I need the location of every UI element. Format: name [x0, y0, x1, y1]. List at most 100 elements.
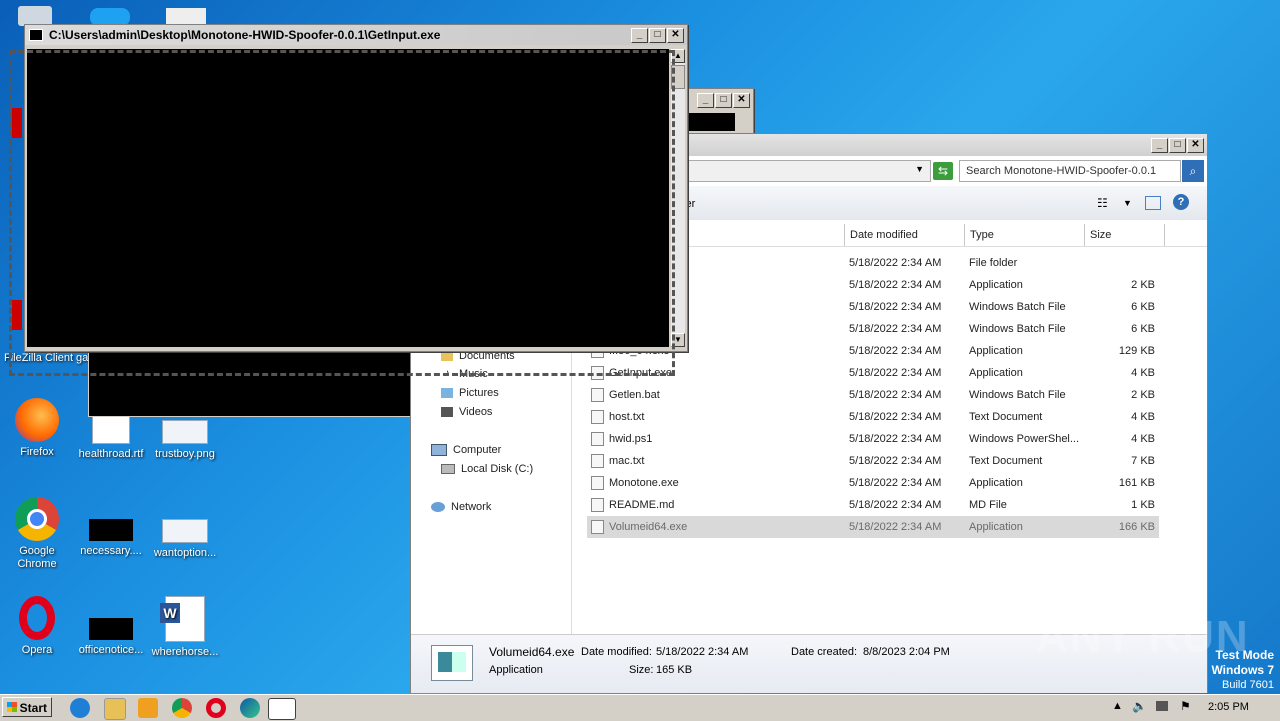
- file-size: 6 KB: [1131, 323, 1155, 335]
- file-name: Monotone.exe: [609, 477, 679, 489]
- details-file-name: Volumeid64.exe: [489, 645, 575, 659]
- file-name: Getlen.bat: [609, 389, 660, 401]
- nav-local-disk[interactable]: Local Disk (C:): [441, 463, 533, 475]
- file-date: 5/18/2022 2:34 AM: [849, 499, 942, 511]
- recycle-bin-icon: [18, 6, 52, 26]
- desktop-icon-necessary[interactable]: necessary....: [74, 497, 148, 558]
- file-row[interactable]: Getlen.bat 5/18/2022 2:34 AM Windows Batch…: [587, 384, 1159, 406]
- column-header-size[interactable]: Size: [1085, 224, 1165, 246]
- file-size: 2 KB: [1131, 389, 1155, 401]
- tray-up-arrow-icon[interactable]: ▲: [1112, 700, 1123, 712]
- background-window[interactable]: _ □ ✕: [686, 88, 754, 134]
- chrome-icon[interactable]: [172, 698, 192, 718]
- start-button[interactable]: Start: [2, 697, 52, 717]
- chevron-down-icon[interactable]: ▼: [915, 164, 924, 174]
- help-icon[interactable]: ?: [1173, 194, 1189, 210]
- volume-icon[interactable]: 🔈: [1132, 699, 1147, 713]
- details-date-created-label: Date created:: [791, 646, 858, 658]
- details-size: 165 KB: [656, 664, 693, 676]
- opera-icon[interactable]: [206, 698, 226, 718]
- file-row[interactable]: Volumeid64.exe 5/18/2022 2:34 AM Applicati…: [587, 516, 1159, 538]
- file-type: Text Document: [969, 411, 1043, 423]
- file-row[interactable]: host.txt 5/18/2022 2:34 AM Text Document 4 …: [587, 406, 1159, 428]
- console-app-icon: [29, 29, 43, 41]
- file-size: 4 KB: [1131, 433, 1155, 445]
- desktop-icon-wantoption[interactable]: wantoption...: [148, 497, 222, 560]
- chevron-down-icon[interactable]: ▼: [1123, 198, 1132, 208]
- maximize-button[interactable]: □: [649, 28, 666, 43]
- file-size: 4 KB: [1131, 367, 1155, 379]
- file-row[interactable]: README.md 5/18/2022 2:34 AM MD File 1 KB: [587, 494, 1159, 516]
- desktop-icon-opera[interactable]: Opera: [0, 596, 74, 657]
- details-file-type: Application: [489, 664, 543, 676]
- desktop-icon-wherehorse[interactable]: W wherehorse...: [148, 596, 222, 659]
- file-size: 4 KB: [1131, 411, 1155, 423]
- file-icon: [591, 520, 604, 534]
- disk-icon: [441, 464, 455, 475]
- window-title: C:\Users\admin\Desktop\Monotone-HWID-Spo…: [49, 28, 441, 42]
- file-name: README.md: [609, 499, 675, 511]
- file-date: 5/18/2022 2:34 AM: [849, 323, 942, 335]
- file-date: 5/18/2022 2:34 AM: [849, 279, 942, 291]
- edge-icon[interactable]: [240, 698, 260, 718]
- file-name: mac.txt: [609, 455, 645, 467]
- nav-computer[interactable]: Computer: [431, 444, 501, 457]
- minimize-button[interactable]: _: [1151, 138, 1168, 153]
- file-row[interactable]: hwid.ps1 5/18/2022 2:34 AM Windows PowerSh…: [587, 428, 1159, 450]
- minimize-button[interactable]: _: [697, 93, 714, 108]
- pictures-icon: [441, 388, 453, 399]
- console-titlebar[interactable]: C:\Users\admin\Desktop\Monotone-HWID-Spo…: [25, 25, 687, 45]
- column-header-type[interactable]: Type: [965, 224, 1085, 246]
- media-player-icon[interactable]: [138, 698, 158, 718]
- file-row[interactable]: mac.txt 5/18/2022 2:34 AM Text Document 7 K…: [587, 450, 1159, 472]
- file-size: 166 KB: [1118, 521, 1155, 533]
- details-date-modified-label: Date modified:: [581, 646, 652, 658]
- desktop-icon-officenotice[interactable]: officenotice...: [74, 596, 148, 657]
- details-date-modified: 5/18/2022 2:34 AM: [656, 646, 749, 658]
- file-type: Application: [969, 345, 1023, 357]
- file-icon: [591, 476, 604, 490]
- file-size: 1 KB: [1131, 499, 1155, 511]
- flag-icon[interactable]: ⚑: [1180, 699, 1191, 713]
- file-type: Windows Batch File: [969, 389, 1066, 401]
- search-input[interactable]: Search Monotone-HWID-Spoofer-0.0.1: [959, 160, 1181, 182]
- file-icon: [591, 498, 604, 512]
- word-document-icon: W: [160, 596, 205, 642]
- desktop-icon-firefox[interactable]: Firefox: [0, 398, 74, 459]
- view-options-icon[interactable]: ☷: [1097, 196, 1108, 210]
- file-row[interactable]: Monotone.exe 5/18/2022 2:34 AM Application…: [587, 472, 1159, 494]
- close-button[interactable]: ✕: [733, 93, 750, 108]
- close-button[interactable]: ✕: [1187, 138, 1204, 153]
- maximize-button[interactable]: □: [715, 93, 732, 108]
- file-date: 5/18/2022 2:34 AM: [849, 257, 942, 269]
- nav-videos[interactable]: Videos: [441, 406, 492, 418]
- search-icon[interactable]: ⌕: [1182, 160, 1204, 182]
- file-name: hwid.ps1: [609, 433, 653, 445]
- file-size: 7 KB: [1131, 455, 1155, 467]
- maximize-button[interactable]: □: [1169, 138, 1186, 153]
- videos-icon: [441, 407, 453, 418]
- console-taskbar-button[interactable]: [268, 698, 296, 720]
- file-type: Windows Batch File: [969, 323, 1066, 335]
- explorer-folder-icon[interactable]: [104, 698, 126, 720]
- network-tray-icon[interactable]: [1156, 701, 1168, 711]
- file-type: Application: [969, 367, 1023, 379]
- chrome-icon: [15, 497, 59, 541]
- clock[interactable]: 2:05 PM: [1208, 701, 1249, 713]
- preview-pane-icon[interactable]: [1145, 196, 1161, 210]
- nav-pictures[interactable]: Pictures: [441, 387, 499, 399]
- file-icon: [162, 519, 208, 543]
- ie-icon[interactable]: [70, 698, 90, 718]
- close-button[interactable]: ✕: [667, 28, 684, 43]
- black-file-icon: [89, 618, 133, 640]
- file-date: 5/18/2022 2:34 AM: [849, 411, 942, 423]
- computer-icon: [431, 444, 447, 457]
- black-file-icon: [89, 519, 133, 541]
- nav-network[interactable]: Network: [431, 501, 491, 513]
- file-icon: [591, 454, 604, 468]
- application-icon: [431, 645, 473, 681]
- desktop-icon-chrome[interactable]: Google Chrome: [0, 497, 74, 571]
- minimize-button[interactable]: _: [631, 28, 648, 43]
- refresh-icon[interactable]: ⇆: [933, 162, 953, 180]
- column-header-date[interactable]: Date modified: [845, 224, 965, 246]
